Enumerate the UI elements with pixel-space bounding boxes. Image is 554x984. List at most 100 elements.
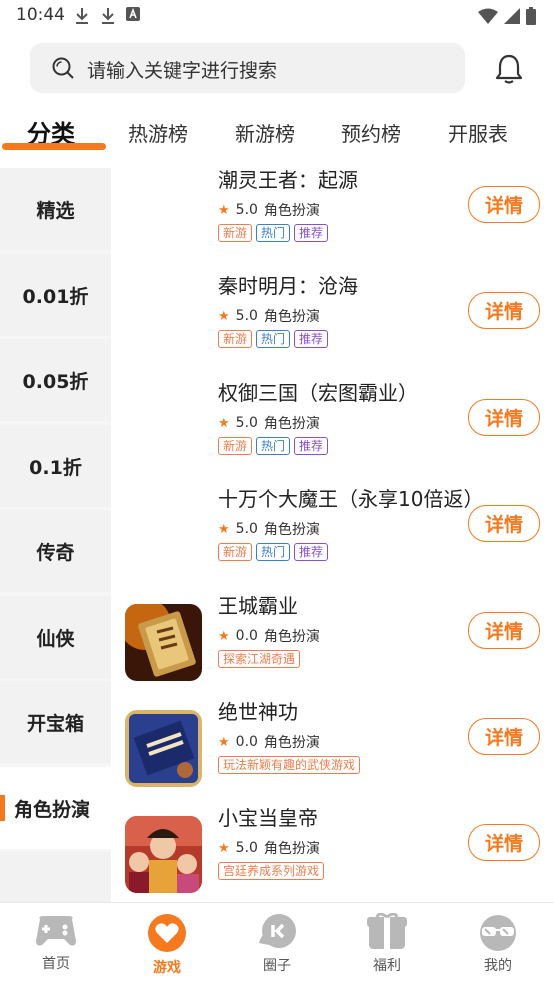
sidebar-item-label: 传奇 bbox=[36, 541, 75, 564]
list-item[interactable]: 王城霸业 ★ 0.0 角色扮演 探索江湖奇遇 详情 bbox=[111, 584, 554, 690]
nav-home[interactable]: 首页 bbox=[16, 913, 96, 973]
star-icon: ★ bbox=[218, 628, 230, 644]
sidebar-item-legend[interactable]: 传奇 bbox=[0, 510, 111, 592]
tag-recommended: 推荐 bbox=[294, 437, 329, 455]
game-list: 潮灵王者：起源 ★ 5.0 角色扮演 新游 热门 推荐 详情 秦时明月：沧海 ★… bbox=[111, 158, 554, 902]
bell-icon[interactable] bbox=[494, 53, 524, 85]
nav-profile[interactable]: 我的 bbox=[458, 913, 538, 975]
battery-icon bbox=[526, 7, 536, 25]
game-tags: 玩法新颖有趣的武侠游戏 bbox=[218, 756, 361, 774]
nav-label: 福利 bbox=[373, 958, 401, 974]
game-title: 权御三国（宏图霸业） bbox=[218, 381, 418, 405]
sidebar-item-discount-001[interactable]: 0.01折 bbox=[0, 254, 111, 336]
game-rating: 0.0 bbox=[235, 734, 258, 750]
game-genre: 角色扮演 bbox=[263, 735, 320, 751]
game-meta: ★ 5.0 角色扮演 bbox=[218, 200, 320, 220]
sidebar-item-label: 0.01折 bbox=[22, 285, 89, 308]
game-tags: 探索江湖奇遇 bbox=[218, 650, 301, 668]
wifi-icon bbox=[478, 8, 498, 24]
game-thumbnail bbox=[125, 710, 202, 787]
game-meta: ★ 5.0 角色扮演 bbox=[218, 838, 320, 858]
sidebar-item-treasure-box[interactable]: 开宝箱 bbox=[0, 681, 111, 763]
game-rating: 5.0 bbox=[235, 415, 258, 431]
detail-button[interactable]: 详情 bbox=[468, 612, 540, 649]
sidebar-item-label: 仙侠 bbox=[36, 627, 75, 650]
app-a-icon bbox=[126, 7, 140, 21]
game-tags: 新游 热门 推荐 bbox=[218, 543, 329, 561]
tag-new: 新游 bbox=[218, 437, 253, 455]
sidebar-item-discount-005[interactable]: 0.05折 bbox=[0, 339, 111, 421]
list-item[interactable]: 绝世神功 ★ 0.0 角色扮演 玩法新颖有趣的武侠游戏 详情 bbox=[111, 690, 554, 796]
game-tags: 新游 热门 推荐 bbox=[218, 224, 329, 242]
detail-button[interactable]: 详情 bbox=[468, 186, 540, 223]
tag-hot: 热门 bbox=[256, 224, 291, 242]
sidebar-item-label: 0.05折 bbox=[22, 370, 89, 393]
game-genre: 角色扮演 bbox=[263, 629, 320, 645]
game-cover-image bbox=[125, 710, 202, 787]
detail-button[interactable]: 详情 bbox=[468, 399, 540, 436]
game-tags: 宫廷养成系列游戏 bbox=[218, 862, 325, 880]
star-icon: ★ bbox=[218, 415, 230, 431]
star-icon: ★ bbox=[218, 308, 230, 324]
game-genre: 角色扮演 bbox=[263, 841, 320, 857]
tag-hot: 热门 bbox=[256, 437, 291, 455]
sidebar-item-rpg[interactable]: 角色扮演 bbox=[0, 767, 111, 849]
sidebar-item-featured[interactable]: 精选 bbox=[0, 168, 111, 250]
status-notification-icons bbox=[74, 7, 140, 25]
active-tab-indicator bbox=[2, 143, 106, 150]
game-genre: 角色扮演 bbox=[263, 203, 320, 219]
tab-new-games[interactable]: 新游榜 bbox=[235, 118, 295, 147]
top-tabs: 分类 热游榜 新游榜 预约榜 开服表 bbox=[0, 110, 554, 156]
game-heart-icon bbox=[148, 914, 186, 952]
game-title: 绝世神功 bbox=[218, 700, 298, 724]
tag-hot: 热门 bbox=[256, 543, 291, 561]
download-icon bbox=[102, 8, 114, 24]
detail-button[interactable]: 详情 bbox=[468, 718, 540, 755]
detail-button[interactable]: 详情 bbox=[468, 824, 540, 861]
nav-welfare[interactable]: 福利 bbox=[347, 913, 427, 975]
detail-button[interactable]: 详情 bbox=[468, 505, 540, 542]
sidebar-item-discount-01[interactable]: 0.1折 bbox=[0, 425, 111, 507]
detail-button[interactable]: 详情 bbox=[468, 292, 540, 329]
status-bar: 10:44 bbox=[0, 0, 554, 32]
star-icon: ★ bbox=[218, 521, 230, 537]
search-input[interactable]: 请输入关键字进行搜索 bbox=[30, 43, 465, 93]
tab-hot-games[interactable]: 热游榜 bbox=[128, 118, 188, 147]
game-cover-image bbox=[125, 604, 202, 681]
game-genre: 角色扮演 bbox=[263, 522, 320, 538]
tag-recommended: 推荐 bbox=[294, 543, 329, 561]
sidebar-item-label: 精选 bbox=[36, 199, 75, 222]
nav-games[interactable]: 游戏 bbox=[127, 913, 207, 977]
game-cover-image bbox=[125, 816, 202, 893]
signal-icon bbox=[504, 8, 520, 24]
tab-reservations[interactable]: 预约榜 bbox=[341, 118, 401, 147]
tag-recommended: 推荐 bbox=[294, 330, 329, 348]
list-item[interactable]: 潮灵王者：起源 ★ 5.0 角色扮演 新游 热门 推荐 详情 bbox=[111, 158, 554, 264]
list-item[interactable]: 秦时明月：沧海 ★ 5.0 角色扮演 新游 热门 推荐 详情 bbox=[111, 264, 554, 370]
sidebar-item-three-kingdoms[interactable]: 三国 bbox=[0, 852, 111, 902]
sidebar-item-label: 角色扮演 bbox=[14, 798, 91, 821]
tag-hot: 热门 bbox=[256, 330, 291, 348]
game-tags: 新游 热门 推荐 bbox=[218, 437, 329, 455]
list-item[interactable]: 十万个大魔王（永享10倍返） ★ 5.0 角色扮演 新游 热门 推荐 详情 bbox=[111, 477, 554, 583]
sunglasses-face-icon bbox=[480, 915, 516, 951]
game-tags: 新游 热门 推荐 bbox=[218, 330, 329, 348]
list-item[interactable]: 小宝当皇帝 ★ 5.0 角色扮演 宫廷养成系列游戏 详情 bbox=[111, 796, 554, 902]
nav-circle[interactable]: 圈子 bbox=[237, 913, 317, 975]
game-title: 秦时明月：沧海 bbox=[218, 274, 358, 298]
game-title: 十万个大魔王（永享10倍返） bbox=[218, 487, 484, 511]
game-thumbnail bbox=[125, 604, 202, 681]
game-title: 潮灵王者：起源 bbox=[218, 168, 358, 192]
gamepad-icon bbox=[36, 916, 76, 946]
list-item[interactable]: 权御三国（宏图霸业） ★ 5.0 角色扮演 新游 热门 推荐 详情 bbox=[111, 371, 554, 477]
sidebar-item-xianxia[interactable]: 仙侠 bbox=[0, 596, 111, 678]
search-icon bbox=[52, 57, 74, 79]
game-description-tag: 探索江湖奇遇 bbox=[218, 650, 301, 668]
game-rating: 5.0 bbox=[235, 521, 258, 537]
game-title: 小宝当皇帝 bbox=[218, 806, 318, 830]
tab-server-schedule[interactable]: 开服表 bbox=[448, 118, 508, 147]
game-meta: ★ 5.0 角色扮演 bbox=[218, 519, 320, 539]
tag-new: 新游 bbox=[218, 224, 253, 242]
tag-new: 新游 bbox=[218, 543, 253, 561]
status-time: 10:44 bbox=[16, 5, 65, 25]
